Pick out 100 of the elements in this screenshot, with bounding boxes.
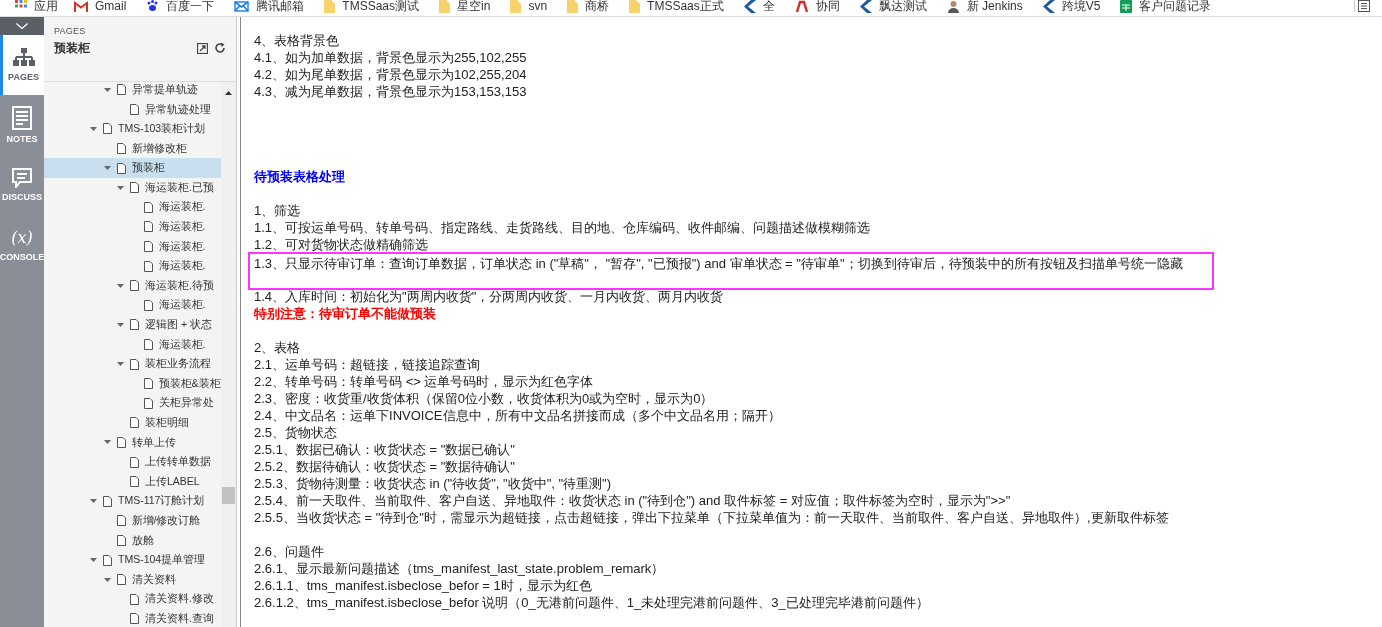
page-icon [130, 456, 139, 468]
tree-item[interactable]: 新增修改柜 [44, 138, 221, 159]
tree-item[interactable]: 海运装柜. [44, 334, 221, 355]
expand-arrow-icon[interactable] [117, 283, 124, 288]
export-icon[interactable] [197, 42, 208, 54]
bookmark-link[interactable]: 新 Jenkins [946, 0, 1023, 12]
folder-icon [629, 0, 641, 13]
page-icon [116, 574, 126, 586]
kite-icon [859, 0, 872, 13]
tree-item[interactable]: 预装柜 [44, 158, 221, 178]
tree-item[interactable]: 装柜明细 [44, 413, 221, 433]
expand-arrow-icon[interactable] [117, 185, 124, 190]
tree-item[interactable]: 海运装柜. [44, 217, 221, 237]
bookmark-link[interactable]: TMSSaas测试 [324, 0, 420, 12]
expand-arrow-icon[interactable] [117, 322, 124, 327]
bookmark-link[interactable]: svn [510, 0, 548, 12]
tree-item[interactable]: 转单上传 [44, 432, 221, 453]
tree-item[interactable]: 上传LABEL [44, 471, 221, 492]
bookmark-link[interactable]: 跨境V5 [1042, 0, 1101, 12]
panel-heading: PAGES [54, 25, 87, 37]
page-icon [143, 299, 153, 311]
tree-item[interactable]: 放舱 [44, 530, 221, 551]
doc-line: 1.1、可按运单号码、转单号码、指定路线、走货路线、目的地、仓库编码、收件邮编、问题描述做模糊筛选 [254, 219, 872, 236]
tree-item[interactable]: 清关资料 [44, 569, 221, 590]
page-icon [143, 241, 153, 253]
scroll-thumb[interactable] [222, 487, 235, 504]
expand-arrow-icon[interactable] [90, 127, 97, 131]
bookmark-link[interactable]: 百度一下 [146, 0, 215, 12]
scroll-up-icon[interactable] [225, 91, 232, 95]
bookmark-link[interactable]: 全 [743, 0, 775, 12]
doc-line: 4.3、减为尾单数据，背景色显示为153,153,153 [254, 83, 528, 100]
folder-icon [510, 0, 522, 13]
list-icon[interactable] [1354, 0, 1370, 12]
page-icon [143, 397, 153, 409]
collapse-button[interactable] [0, 17, 44, 35]
page-icon [116, 437, 126, 448]
tree-item[interactable]: 海运装柜. [44, 197, 221, 218]
warning-note: 特别注意：待审订单不能做预装 [254, 305, 437, 322]
tree-item[interactable]: 异常提单轨迹 [44, 82, 221, 100]
page-icon [130, 182, 139, 194]
doc-line: 2.5.2、数据待确认：收货状态 = "数据待确认" [254, 458, 516, 475]
page-icon [130, 280, 139, 292]
tree-item[interactable]: 海运装柜.待预 [44, 275, 221, 296]
expand-arrow-icon[interactable] [117, 362, 124, 367]
chevron-down-icon [16, 23, 28, 29]
bookmark-link[interactable]: 商桥 [567, 0, 610, 12]
rail-tab[interactable]: PAGES [0, 35, 44, 95]
bookmark-link[interactable]: 客户问题记录 [1120, 0, 1212, 12]
page-icon [143, 378, 153, 390]
bookmark-link[interactable]: TMSSaas正式 [629, 0, 724, 12]
doc-line: 2、表格 [254, 339, 302, 356]
page-icon [143, 260, 153, 272]
tree-item[interactable]: TMS-104提单管理 [44, 550, 221, 570]
tree-item[interactable]: 装柜业务流程 [44, 354, 221, 374]
expand-arrow-icon[interactable] [103, 166, 111, 171]
bookmark-link[interactable]: 飘达测试 [859, 0, 927, 12]
tree-item[interactable]: 清关资料.查询 [44, 609, 221, 627]
doc-line: 2.5、货物状态 [254, 424, 339, 441]
tree-item[interactable]: 海运装柜. [44, 256, 221, 276]
bookmark-link[interactable]: 应用 [15, 0, 58, 12]
mail-icon [74, 0, 88, 12]
expand-arrow-icon[interactable] [90, 558, 97, 563]
tree-item[interactable]: 逻辑图 + 状态 [44, 315, 221, 335]
tree-item[interactable]: 海运装柜. [44, 295, 221, 316]
scrollbar[interactable] [221, 82, 236, 627]
bookmark-link[interactable]: 星空in [439, 0, 491, 12]
page-icon [130, 476, 139, 488]
bookmark-link[interactable]: 腾讯邮箱 [234, 0, 305, 12]
tree-item[interactable]: 清关资料.修改 [44, 589, 221, 610]
page-icon [116, 143, 126, 155]
tree-item[interactable]: 海运装柜.已预 [44, 177, 221, 198]
tree-item[interactable]: 海运装柜. [44, 236, 221, 257]
expand-arrow-icon[interactable] [103, 87, 111, 92]
page-icon [103, 123, 112, 135]
doc-line: 2.5.1、数据已确认：收货状态 = "数据已确认" [254, 441, 516, 458]
doc-line: 2.5.3、货物待测量：收货状态 in ("待收货", "收货中", "待重测") [254, 475, 613, 492]
envelope-icon [234, 0, 250, 12]
tree-item[interactable]: 关柜异常处 [44, 393, 221, 414]
tree-item[interactable]: 上传转单数据 [44, 452, 221, 472]
bookmark-link[interactable]: Gmail [74, 0, 127, 12]
page-icon [143, 201, 153, 213]
doc-line: 1、筛选 [254, 202, 302, 219]
doc-line: 2.1、运单号码：超链接，链接追踪查询 [254, 356, 482, 373]
arch-icon [794, 0, 809, 12]
expand-arrow-icon[interactable] [90, 499, 97, 504]
doc-line: 2.5.4、前一天取件、当前取件、客户自送、异地取件：收货状态 in ("待到仓") and 取件标签 = 对应值；取件标签为空时，显示为">>" [254, 492, 1012, 509]
bookmark-link[interactable]: 协同 [794, 0, 840, 12]
doc-line: 4、表格背景色 [254, 32, 341, 49]
tree-item[interactable]: 新增/修改订舱 [44, 511, 221, 531]
expand-arrow-icon[interactable] [103, 440, 111, 445]
expand-arrow-icon[interactable] [103, 577, 111, 582]
tree-item[interactable]: 异常轨迹处理 [44, 99, 221, 120]
doc-line: 2.5.5、当收货状态 = "待到仓"时，需显示为超链接，点击超链接，弹出下拉菜单（下拉菜单值为：前一天取件、当前取件、客户自送、异地取件）,更新取件标签 [254, 509, 1170, 526]
tree-item[interactable]: 预装柜&装柜 [44, 373, 221, 394]
tree-item[interactable]: TMS-103装柜计划 [44, 119, 221, 139]
section-heading: 待预装表格处理 [254, 168, 346, 185]
folder-icon [439, 0, 451, 13]
folder-icon [324, 0, 336, 13]
tree-item[interactable]: TMS-117订舱计划 [44, 491, 221, 512]
refresh-icon[interactable] [214, 42, 226, 54]
